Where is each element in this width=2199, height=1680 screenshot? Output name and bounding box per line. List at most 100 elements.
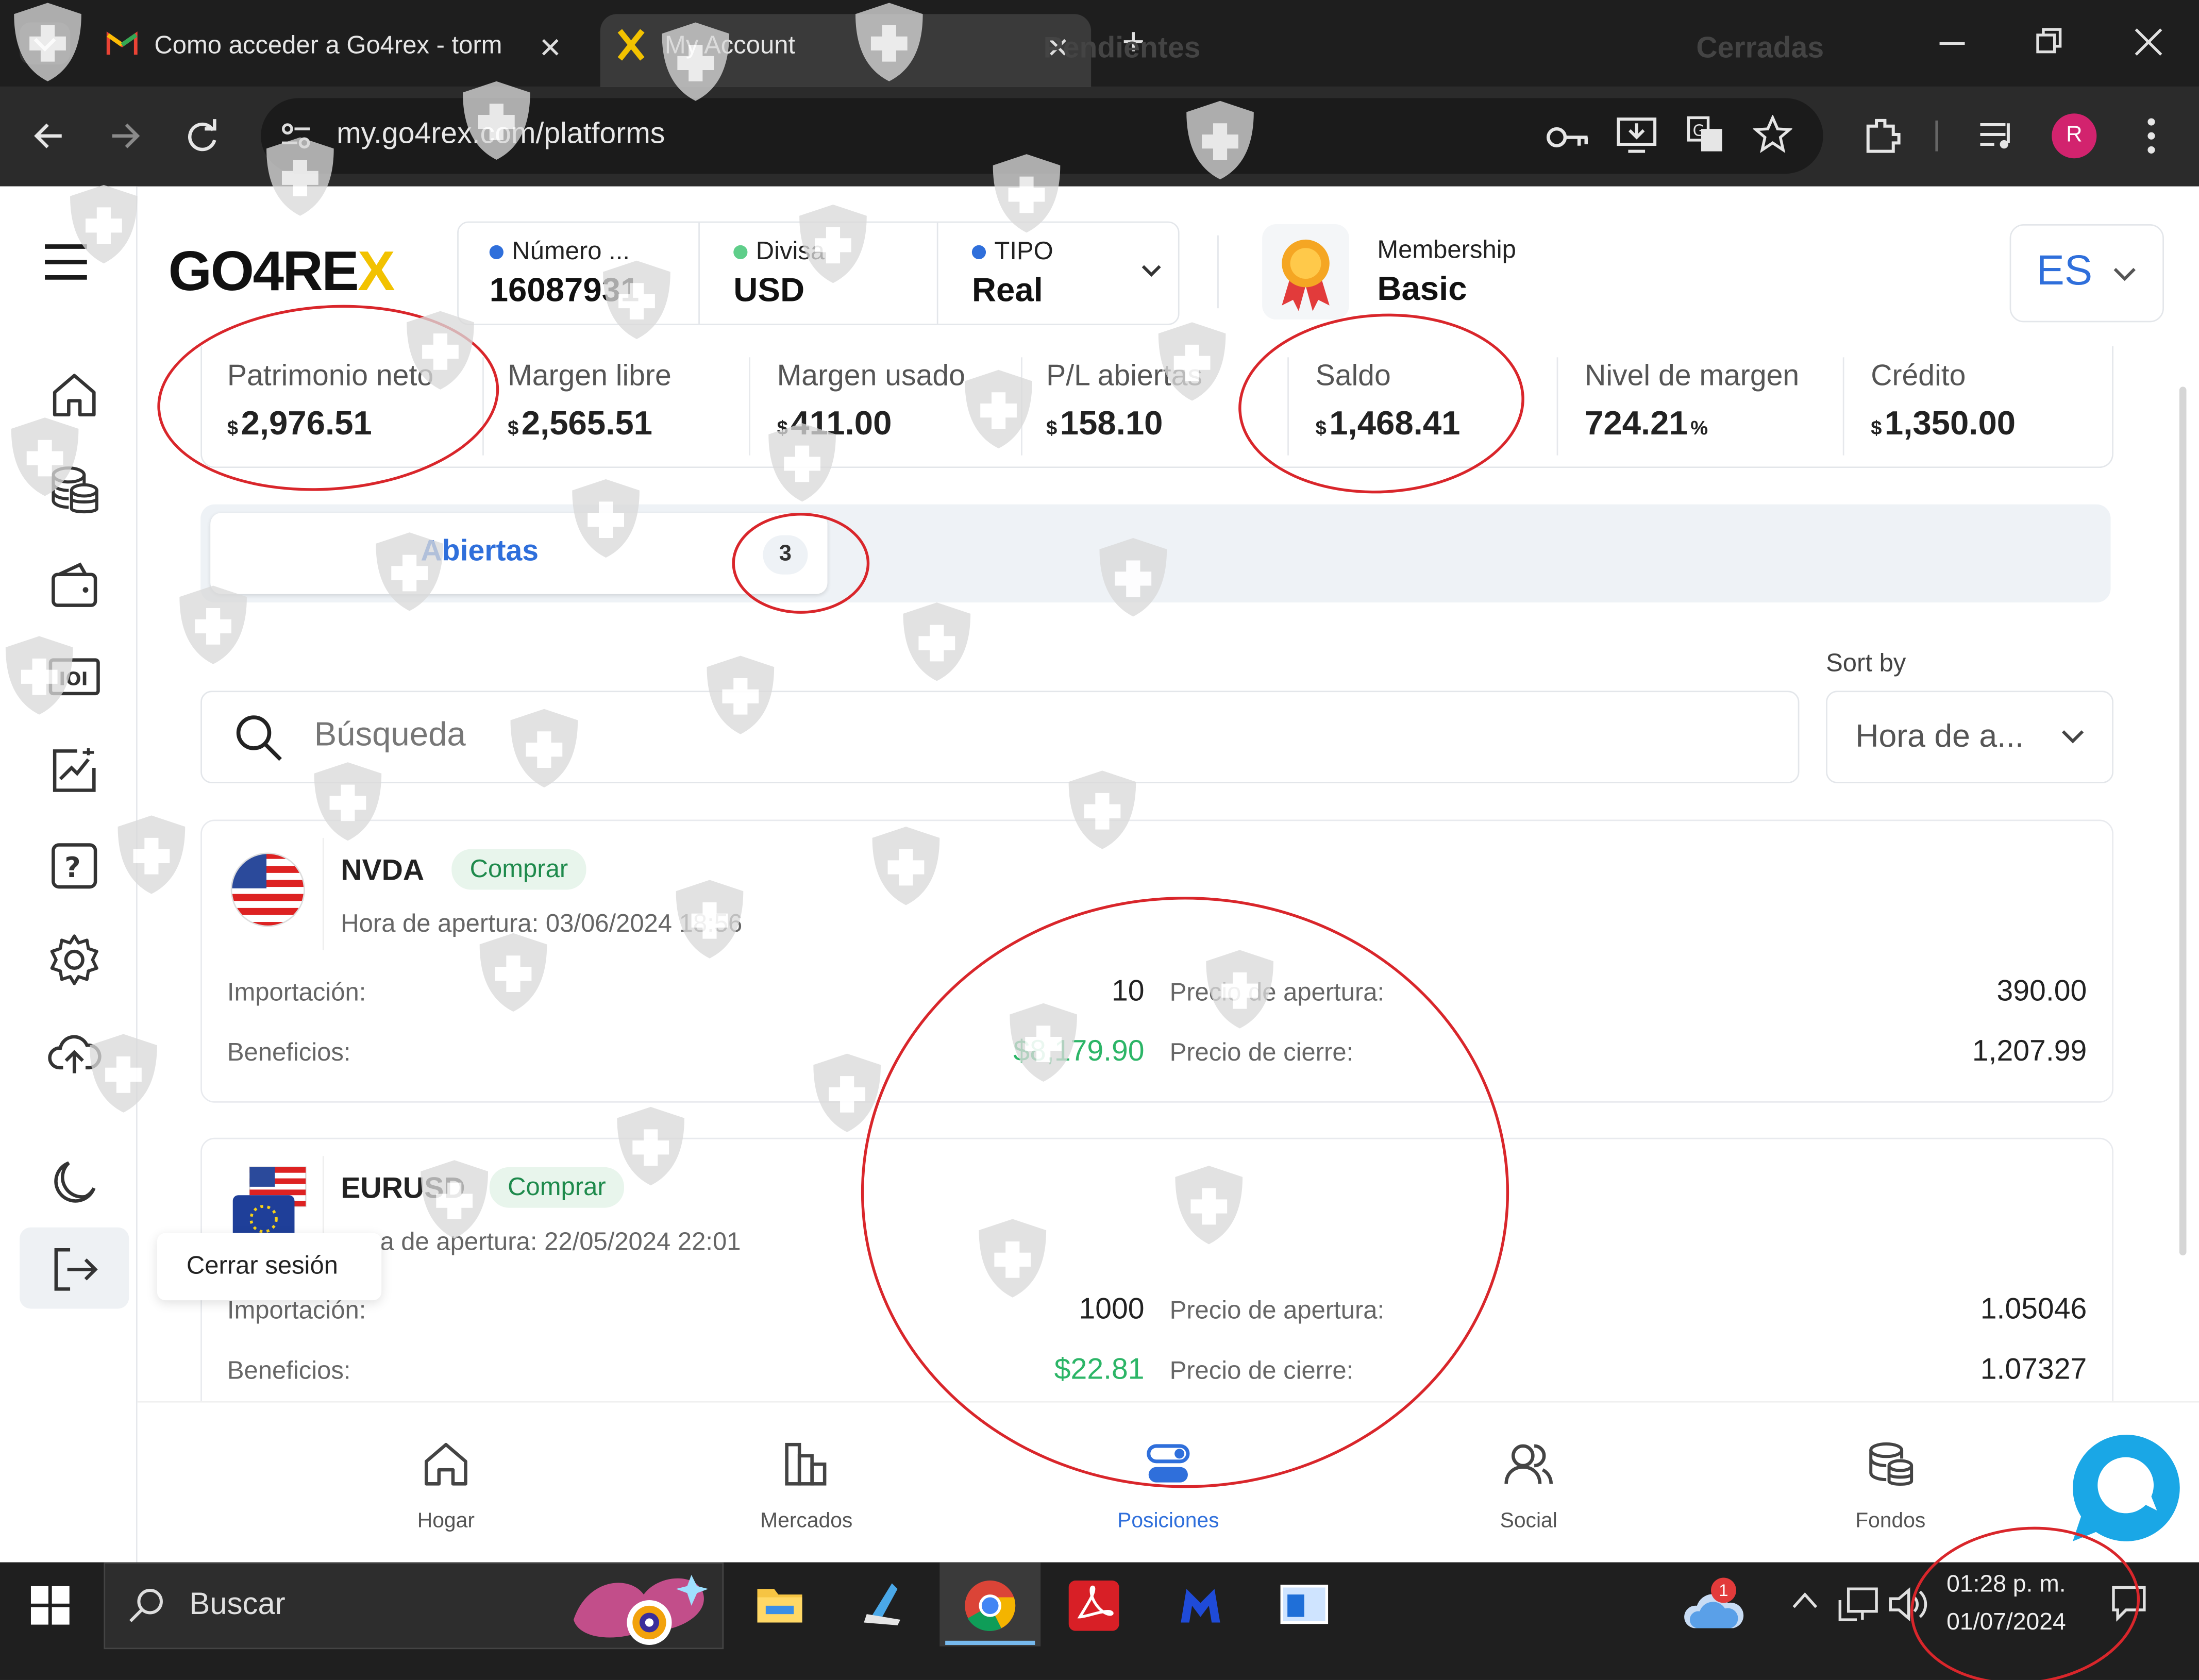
nav-hogar[interactable]: Hogar: [362, 1403, 530, 1564]
sort-label: Sort by: [1826, 648, 1906, 677]
sidebar-promo-icon[interactable]: [46, 743, 103, 799]
scrollbar-thumb[interactable]: [2179, 387, 2187, 1256]
tab-gmail[interactable]: Como acceder a Go4rex - torm ✕: [95, 14, 578, 87]
close-window-icon[interactable]: [2131, 25, 2165, 59]
stat-currency: $: [1315, 416, 1327, 439]
stat-currency: $: [508, 416, 519, 439]
divider: [322, 837, 324, 950]
clock-time[interactable]: 01:28 p. m.: [1946, 1571, 2066, 1599]
position-card-nvda[interactable]: NVDA Comprar Hora de apertura: 03/06/202…: [200, 819, 2113, 1103]
browser-menu-icon[interactable]: [2137, 115, 2165, 157]
nav-label: Posiciones: [1117, 1509, 1219, 1533]
taskbar-chrome-active[interactable]: [939, 1562, 1041, 1647]
media-queue-icon[interactable]: [1977, 117, 2017, 154]
stat-value: 411.00: [791, 405, 892, 443]
open-time-value: 03/06/2024 18:56: [545, 909, 743, 937]
sort-value: Hora de a...: [1855, 717, 2024, 754]
side-badge: Comprar: [451, 849, 586, 890]
open-price-value: 390.00: [1996, 975, 2087, 1007]
file-explorer-icon[interactable]: [754, 1581, 805, 1625]
stat-currency: $: [777, 416, 788, 439]
acrobat-icon[interactable]: [1068, 1580, 1119, 1631]
taskbar-search[interactable]: Buscar: [104, 1562, 724, 1650]
membership-value: Basic: [1377, 270, 1467, 309]
bookmark-star-icon[interactable]: [1753, 114, 1792, 154]
site-settings-icon[interactable]: [278, 117, 314, 154]
membership[interactable]: Membership Basic: [1377, 236, 1516, 310]
toolbar-divider: [1935, 120, 1938, 152]
sidebar-help-icon[interactable]: ?: [46, 838, 103, 894]
go4rex-logo[interactable]: GO4REX: [168, 241, 395, 304]
account-selector[interactable]: Número ... 16087931 Divisa USD TIPO Real: [457, 221, 1180, 325]
side-badge: Comprar: [489, 1167, 625, 1208]
account-number: Número ... 16087931: [489, 237, 639, 311]
url-text[interactable]: my.go4rex.com/platforms: [337, 117, 665, 151]
active-indicator: [945, 1640, 1035, 1645]
svg-text:G: G: [1693, 122, 1705, 140]
sidebar-dark-mode-moon-icon[interactable]: [46, 1154, 103, 1211]
windows-start-icon[interactable]: [30, 1586, 70, 1625]
divider: [936, 223, 938, 324]
show-hidden-icons-chevron-up-icon[interactable]: [1789, 1589, 1820, 1611]
tab-cerradas[interactable]: Cerradas: [1458, 0, 2061, 98]
logout-button[interactable]: [20, 1227, 129, 1309]
sidebar-cash-icon[interactable]: IOI: [46, 649, 103, 705]
open-time-label: ra de apertura:: [372, 1227, 538, 1256]
close-tab-icon[interactable]: ✕: [539, 31, 562, 66]
open-price-label: Precio de apertura:: [1169, 978, 1385, 1006]
tab-search-button[interactable]: [20, 22, 71, 65]
password-key-icon[interactable]: [1546, 121, 1590, 154]
tooltip-text: Cerrar sesión: [186, 1251, 338, 1280]
sidebar-settings-gear-icon[interactable]: [46, 932, 103, 988]
sidebar-wallet-icon[interactable]: [46, 558, 103, 614]
status-dot: [733, 245, 748, 259]
support-chat-button[interactable]: [2070, 1432, 2183, 1544]
stat-value: 1,350.00: [1884, 405, 2016, 443]
nav-fondos[interactable]: Fondos: [1806, 1403, 1975, 1564]
malwarebytes-icon[interactable]: [1175, 1581, 1226, 1631]
search-field[interactable]: Búsqueda: [200, 691, 1800, 783]
nav-social[interactable]: Social: [1445, 1403, 1613, 1564]
chevron-down-icon: [1140, 262, 1163, 279]
app-cut-icon[interactable]: [858, 1577, 909, 1628]
profile-avatar[interactable]: R: [2052, 113, 2097, 159]
language-selector[interactable]: ES: [2009, 224, 2164, 323]
reload-icon[interactable]: [182, 117, 222, 157]
chrome-icon: [964, 1579, 1017, 1632]
tab-pendientes[interactable]: Pendientes: [828, 0, 1417, 98]
logo-text: GO4RE: [168, 241, 359, 303]
translate-icon[interactable]: G: [1686, 115, 1725, 154]
nav-label: Fondos: [1855, 1509, 1926, 1533]
extensions-icon[interactable]: [1862, 115, 1902, 154]
install-app-icon[interactable]: [1616, 115, 1658, 154]
open-time-label: Hora de apertura:: [341, 909, 539, 937]
gmail-icon: [106, 31, 138, 56]
nav-label: Hogar: [417, 1509, 475, 1533]
profit-label: Beneficios:: [227, 1038, 351, 1067]
chevron-down-icon: [2060, 729, 2086, 746]
divider: [698, 223, 700, 324]
sidebar-home-icon[interactable]: [46, 367, 103, 423]
forward-icon[interactable]: [107, 117, 143, 154]
sort-select[interactable]: Hora de a...: [1826, 691, 2113, 783]
back-icon[interactable]: [31, 117, 68, 154]
stat-currency: $: [227, 416, 239, 439]
weather-notification-badge: 1: [1710, 1577, 1736, 1603]
tab-abiertas[interactable]: Abiertas 3: [210, 513, 828, 594]
close-price-value: 1.07327: [1980, 1353, 2087, 1386]
clock-date[interactable]: 01/07/2024: [1946, 1608, 2066, 1636]
nav-posiciones[interactable]: Posiciones: [1084, 1403, 1253, 1564]
nav-mercados[interactable]: Mercados: [722, 1403, 891, 1564]
sidebar-coins-icon[interactable]: [46, 462, 103, 518]
status-dot: [489, 245, 503, 259]
notifications-icon[interactable]: [2109, 1583, 2148, 1622]
sidebar-upload-cloud-icon[interactable]: [46, 1026, 103, 1082]
hamburger-menu-icon[interactable]: [42, 241, 90, 283]
amount-value: 10: [1112, 975, 1145, 1007]
close-price-value: 1,207.99: [1972, 1035, 2087, 1068]
network-icon[interactable]: [1837, 1586, 1879, 1623]
svg-text:IOI: IOI: [59, 669, 88, 690]
profit-value: $22.81: [1054, 1353, 1145, 1386]
volume-icon[interactable]: [1888, 1586, 1930, 1623]
app-window-icon[interactable]: [1279, 1583, 1330, 1625]
